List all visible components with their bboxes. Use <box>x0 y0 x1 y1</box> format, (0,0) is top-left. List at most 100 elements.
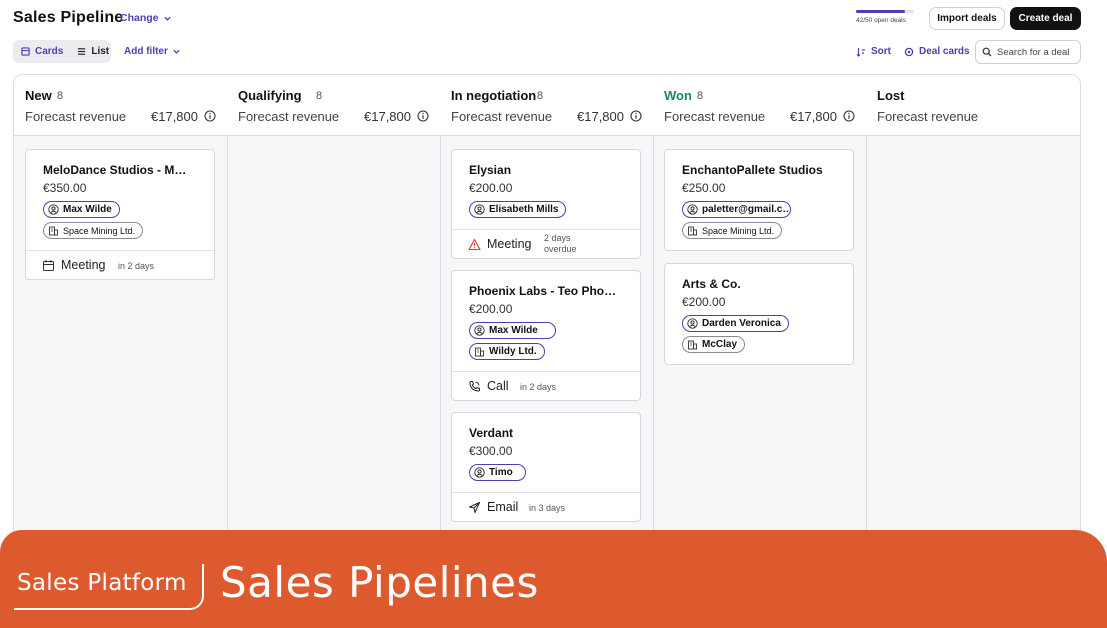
column-count: 8 <box>316 90 323 102</box>
person-icon <box>48 204 59 215</box>
person-name: Darden Veronica <box>702 318 781 329</box>
forecast-value: €17,800 <box>364 109 411 124</box>
activity-row[interactable]: Call in 2 days <box>452 371 640 400</box>
deal-card[interactable]: Arts & Co. €200.00 Darden Veronica McCla… <box>664 263 854 365</box>
column-header: In negotiation 8 Forecast revenue €17,80… <box>440 75 653 136</box>
create-deal-button[interactable]: Create deal <box>1010 7 1081 30</box>
activity-due-line1: 2 days <box>544 233 571 243</box>
add-filter-label: Add filter <box>124 46 168 57</box>
column-in-negotiation: In negotiation 8 Forecast revenue €17,80… <box>440 75 654 543</box>
building-icon <box>688 340 697 350</box>
building-icon <box>688 226 697 236</box>
change-pipeline-button[interactable]: Change <box>120 12 172 24</box>
forecast-label: Forecast revenue <box>25 109 127 124</box>
forecast-value: €17,800 <box>151 109 198 124</box>
person-chip[interactable]: Darden Veronica <box>682 315 789 332</box>
info-icon[interactable] <box>630 110 642 122</box>
column-header: Won 8 Forecast revenue €17,800 <box>653 75 866 136</box>
person-name: Max Wilde <box>489 325 538 336</box>
deal-card[interactable]: Phoenix Labs - Teo Phoe… €200.00 Max Wil… <box>451 270 641 401</box>
person-chip[interactable]: paletter@gmail.c… <box>682 201 791 218</box>
top-bar: Sales Pipeline Change 42/50 open deals I… <box>0 0 1107 38</box>
open-deals-quota: 42/50 open deals <box>856 10 918 24</box>
person-icon <box>687 204 698 215</box>
activity-type: Meeting <box>61 258 106 272</box>
company-name: Space Mining Ltd. <box>702 225 775 236</box>
change-label: Change <box>120 12 159 24</box>
person-icon <box>474 325 485 336</box>
import-deals-button[interactable]: Import deals <box>929 7 1005 30</box>
company-chip[interactable]: McClay <box>682 336 746 353</box>
deal-card[interactable]: Elysian €200.00 Elisabeth Mills Meeting … <box>451 149 641 259</box>
activity-row[interactable]: Meeting in 2 days <box>26 250 214 279</box>
forecast-value: €17,800 <box>790 109 837 124</box>
column-title: New <box>25 88 52 103</box>
activity-type: Email <box>487 500 519 514</box>
view-list-tab[interactable]: List <box>71 42 115 61</box>
activity-due: in 2 days <box>520 382 557 392</box>
deal-card[interactable]: Verdant €300.00 Timo Email in 3 days <box>451 412 641 522</box>
column-header: Lost Forecast revenue <box>866 75 1080 136</box>
deal-card[interactable]: EnchantoPallete Studios €250.00 paletter… <box>664 149 854 251</box>
forecast-label: Forecast revenue <box>877 109 979 124</box>
person-icon <box>474 467 485 478</box>
column-title: Lost <box>877 88 905 103</box>
person-chip[interactable]: Max Wilde <box>469 322 556 339</box>
view-list-label: List <box>91 46 110 57</box>
deal-amount: €250.00 <box>682 181 726 195</box>
activity-row[interactable]: Meeting 2 days overdue <box>452 229 640 258</box>
quota-progress-fill <box>856 10 905 13</box>
column-title: Won <box>664 88 692 103</box>
column-won: Won 8 Forecast revenue €17,800 EnchantoP… <box>653 75 867 543</box>
column-header: Qualifying 8 Forecast revenue €17,800 <box>227 75 440 136</box>
person-chip[interactable]: Elisabeth Mills <box>469 201 567 218</box>
search-input[interactable] <box>997 46 1077 58</box>
person-name: Elisabeth Mills <box>489 204 559 215</box>
person-email: paletter@gmail.c… <box>702 204 791 215</box>
building-icon <box>475 347 484 357</box>
column-count: 8 <box>57 90 64 102</box>
column-new: New 8 Forecast revenue €17,800 MeloDance… <box>14 75 228 543</box>
info-icon[interactable] <box>204 110 216 122</box>
calendar-icon <box>43 260 54 271</box>
info-icon[interactable] <box>843 110 855 122</box>
deal-cards-label: Deal cards <box>919 46 970 57</box>
info-icon[interactable] <box>417 110 429 122</box>
activity-due: in 2 days <box>118 261 155 271</box>
search-field[interactable] <box>975 40 1081 64</box>
quota-label: 42/50 open deals <box>856 17 906 24</box>
person-chip[interactable]: Timo <box>469 464 526 481</box>
company-chip[interactable]: Space Mining Ltd. <box>682 222 783 239</box>
company-chip[interactable]: Space Mining Ltd. <box>43 222 144 239</box>
add-filter-button[interactable]: Add filter <box>124 46 181 57</box>
sort-label: Sort <box>871 46 891 57</box>
view-cards-tab[interactable]: Cards <box>15 42 69 61</box>
list-icon <box>78 48 86 55</box>
deal-name: Phoenix Labs - Teo Phoe… <box>469 284 619 298</box>
deal-amount: €200.00 <box>469 302 513 316</box>
deal-name: Arts & Co. <box>682 277 741 291</box>
column-title: In negotiation <box>451 88 537 103</box>
activity-row[interactable]: Email in 3 days <box>452 492 640 521</box>
company-name: McClay <box>702 339 738 350</box>
phone-icon <box>469 381 480 392</box>
gear-icon <box>904 47 914 56</box>
chevron-down-icon <box>163 16 171 21</box>
forecast-label: Forecast revenue <box>664 109 766 124</box>
column-count: 8 <box>697 90 704 102</box>
column-count: 8 <box>537 90 544 102</box>
column-header: New 8 Forecast revenue €17,800 <box>14 75 227 136</box>
column-title: Qualifying <box>238 88 302 103</box>
deal-name: EnchantoPallete Studios <box>682 163 823 177</box>
deal-cards-settings-button[interactable]: Deal cards <box>904 46 970 57</box>
company-name: Wildy Ltd. <box>489 346 537 357</box>
sort-button[interactable]: Sort <box>856 46 891 57</box>
person-name: Timo <box>489 467 513 478</box>
person-chip[interactable]: Max Wilde <box>43 201 120 218</box>
deal-card[interactable]: MeloDance Studios - Max… €350.00 Max Wil… <box>25 149 215 280</box>
company-chip[interactable]: Wildy Ltd. <box>469 343 545 360</box>
column-qualifying: Qualifying 8 Forecast revenue €17,800 <box>227 75 441 543</box>
send-icon <box>469 502 480 513</box>
search-icon <box>982 47 992 57</box>
deal-name: Elysian <box>469 163 512 177</box>
